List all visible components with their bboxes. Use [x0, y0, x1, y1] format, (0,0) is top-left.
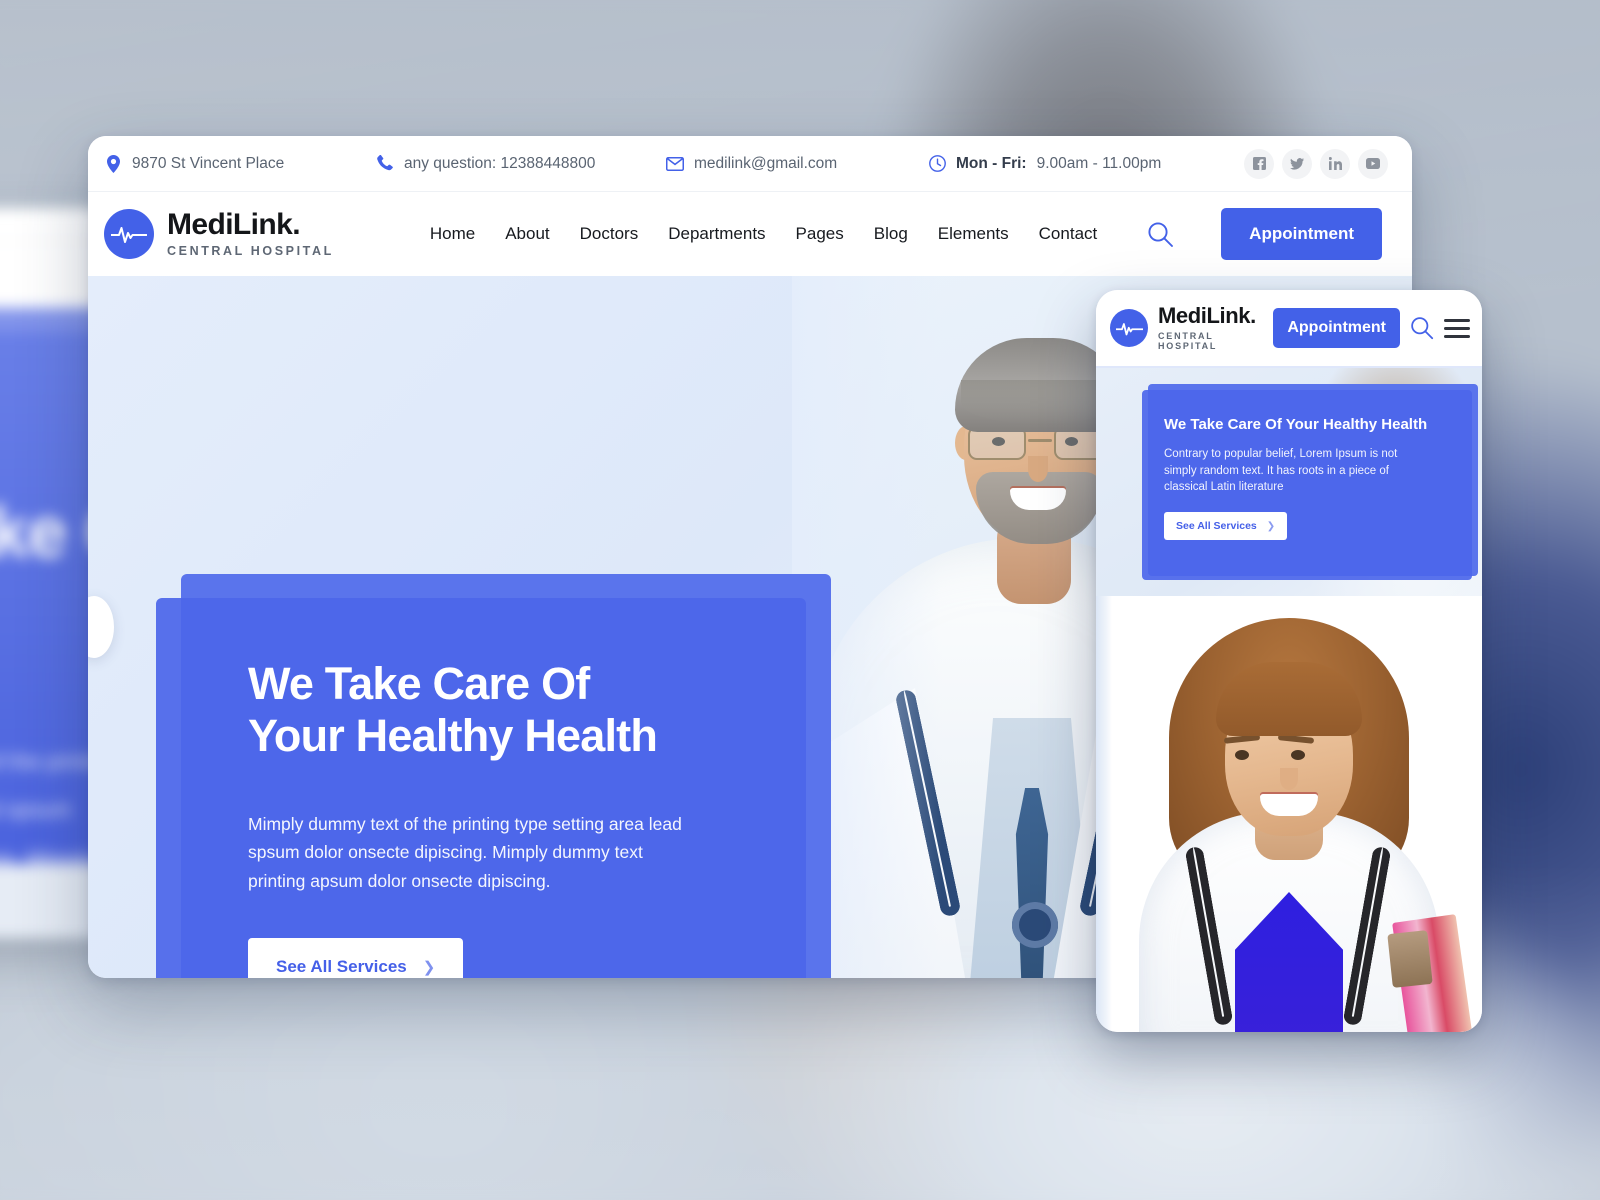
heartbeat-pulse-icon	[1110, 309, 1148, 347]
topbar-email: medilink@gmail.com	[666, 155, 928, 173]
female-doctor-smile	[1260, 794, 1318, 816]
location-pin-icon	[104, 154, 122, 173]
main-navbar: MediLink. CENTRAL HOSPITAL Home About Do…	[88, 192, 1412, 276]
nav-item-pages[interactable]: Pages	[796, 224, 844, 244]
hero-card: We Take Care Of Your Healthy Health Mimp…	[156, 598, 806, 978]
phone-hero-section: We Take Care Of Your Healthy Health Cont…	[1096, 368, 1482, 596]
see-all-services-button[interactable]: See All Services ❯	[248, 938, 464, 978]
heartbeat-pulse-icon	[104, 209, 154, 259]
chevron-right-icon: ❯	[422, 959, 436, 977]
social-links	[1244, 148, 1388, 179]
appointment-button[interactable]: Appointment	[1221, 208, 1382, 260]
youtube-icon[interactable]	[1358, 148, 1388, 179]
phone-see-all-services-label: See All Services	[1176, 520, 1257, 533]
hamburger-bar-3	[1444, 334, 1470, 338]
clock-icon	[928, 155, 946, 173]
brand-tagline: CENTRAL HOSPITAL	[167, 244, 334, 259]
top-info-bar: 9870 St Vincent Place any question: 1238…	[88, 136, 1412, 192]
nav-item-blog[interactable]: Blog	[874, 224, 908, 244]
eyeglass-bridge	[1028, 439, 1052, 442]
female-doctor-nose	[1280, 768, 1298, 790]
twitter-icon[interactable]	[1282, 148, 1312, 179]
phone-hero-heading: We Take Care Of Your Healthy Health	[1164, 416, 1428, 433]
phone-brand-tagline: CENTRAL HOSPITAL	[1158, 331, 1218, 351]
phone-hero-card: We Take Care Of Your Healthy Health Cont…	[1142, 390, 1472, 580]
phone-brand-text: MediLink. CENTRAL HOSPITAL	[1158, 303, 1263, 352]
phone-appointment-button[interactable]: Appointment	[1273, 308, 1400, 348]
phone-navbar: MediLink. CENTRAL HOSPITAL Appointment	[1096, 290, 1482, 368]
chevron-right-icon: ❯	[1266, 520, 1276, 532]
doctor-smile	[1010, 488, 1066, 510]
nav-item-home[interactable]: Home	[430, 224, 475, 244]
see-all-services-label: See All Services	[276, 957, 407, 977]
hero-paragraph: Mimply dummy text of the printing type s…	[248, 813, 682, 892]
facebook-icon[interactable]	[1244, 148, 1274, 179]
nav-item-doctors[interactable]: Doctors	[580, 224, 639, 244]
hero-heading: We Take Care Of Your Healthy Health	[248, 658, 658, 761]
hamburger-bar-2	[1444, 326, 1470, 330]
search-icon[interactable]	[1147, 221, 1174, 248]
search-icon[interactable]	[1410, 316, 1434, 340]
topbar-phone: any question: 12388448800	[376, 155, 666, 173]
phone-device-mockup: MediLink. CENTRAL HOSPITAL Appointment W…	[1096, 290, 1482, 1032]
topbar-hours-label: Mon - Fri:	[956, 154, 1027, 172]
nav-item-departments[interactable]: Departments	[668, 224, 765, 244]
brand-name: MediLink.	[167, 208, 301, 242]
nav-links: Home About Doctors Departments Pages Blo…	[430, 224, 1097, 244]
hamburger-bar-1	[1444, 318, 1470, 322]
topbar-email-text: medilink@gmail.com	[694, 154, 838, 172]
female-doctor-eye-left	[1235, 750, 1249, 760]
envelope-icon	[666, 155, 684, 173]
phone-hero-paragraph: Contrary to popular belief, Lorem Ipsum …	[1164, 448, 1398, 494]
topbar-hours-value: 9.00am - 11.00pm	[1036, 154, 1162, 172]
brand-logo[interactable]: MediLink. CENTRAL HOSPITAL	[104, 209, 334, 259]
female-doctor-pocket-items	[1387, 930, 1433, 988]
topbar-address: 9870 St Vincent Place	[104, 154, 376, 173]
topbar-phone-text: any question: 12388448800	[404, 154, 596, 172]
nav-item-about[interactable]: About	[505, 224, 549, 244]
phone-left-edge-seam	[1096, 596, 1112, 1032]
female-doctor-eye-right	[1291, 750, 1305, 760]
linkedin-icon[interactable]	[1320, 148, 1350, 179]
brand-text: MediLink. CENTRAL HOSPITAL	[167, 210, 334, 258]
phone-see-all-services-button[interactable]: See All Services ❯	[1164, 512, 1288, 541]
phone-doctor-section	[1096, 596, 1482, 1032]
topbar-hours: Mon - Fri: 9.00am - 11.00pm	[928, 155, 1161, 173]
phone-brand-name: MediLink.	[1158, 303, 1256, 328]
nav-item-elements[interactable]: Elements	[938, 224, 1009, 244]
nav-item-contact[interactable]: Contact	[1039, 224, 1098, 244]
topbar-address-text: 9870 St Vincent Place	[132, 154, 285, 172]
hero-slider-prev-arrow[interactable]	[88, 596, 114, 658]
phone-icon	[376, 155, 394, 173]
stethoscope-chestpiece	[1012, 902, 1058, 948]
hamburger-menu-icon[interactable]	[1444, 318, 1470, 338]
